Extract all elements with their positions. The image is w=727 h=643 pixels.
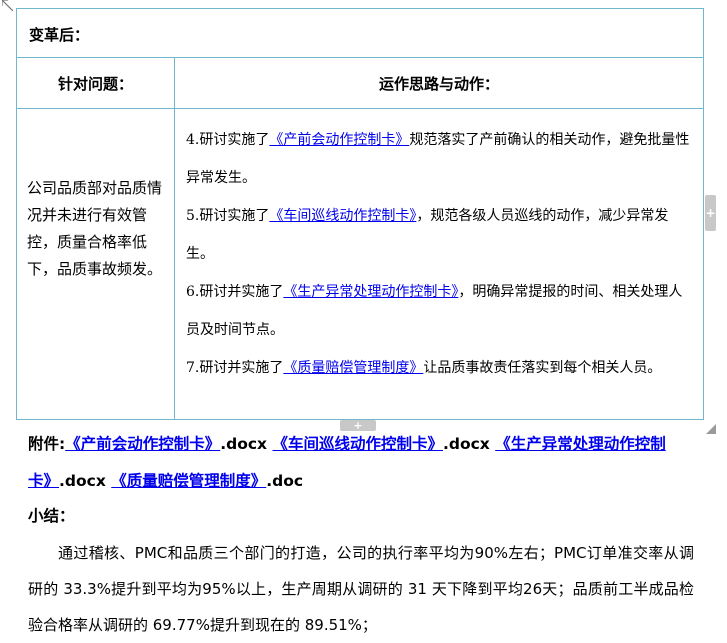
table-title: 变革后： (29, 26, 90, 44)
action-suffix: 让品质事故责任落实到每个相关人员。 (423, 360, 662, 376)
attachment-link[interactable]: 《质量赔偿管理制度》 (111, 472, 266, 490)
column-divider (174, 58, 175, 419)
corner-mark-icon (2, 0, 13, 11)
summary-paragraph: 通过稽核、PMC和品质三个部门的打造，公司的执行率平均为90%左右；PMC订单准… (28, 544, 694, 634)
action-item: 5.研讨实施了《车间巡线动作控制卡》，规范各级人员巡线的动作，减少异常发生。 (186, 197, 696, 273)
action-prefix: 6.研讨并实施了 (186, 284, 284, 300)
attachment-ext: .docx (442, 435, 490, 453)
reform-table: 变革后： 针对问题： 运作思路与动作： 公司品质部对品质情况并未进行有效管控，质… (16, 8, 704, 420)
action-item: 4.研讨实施了《产前会动作控制卡》规范落实了产前确认的相关动作，避免批量性异常发… (186, 121, 696, 197)
attachment-link[interactable]: 《产前会动作控制卡》 (65, 435, 220, 453)
table-header-row: 针对问题： 运作思路与动作： (17, 58, 703, 109)
action-link[interactable]: 《产前会动作控制卡》 (269, 132, 409, 148)
summary-title: 小结： (28, 507, 75, 525)
action-prefix: 4.研讨实施了 (186, 132, 270, 148)
action-link[interactable]: 《质量赔偿管理制度》 (283, 360, 423, 376)
problem-cell: 公司品质部对品质情况并未进行有效管控，质量合格率低下，品质事故频发。 (27, 179, 163, 278)
action-item: 6.研讨并实施了《生产异常处理动作控制卡》，明确异常提报的时间、相关处理人员及时… (186, 273, 696, 349)
table-resize-icon[interactable] (706, 424, 716, 434)
action-prefix: 7.研讨并实施了 (186, 360, 284, 376)
attachments-label: 附件: (28, 435, 66, 453)
attachments-line: 附件:《产前会动作控制卡》.docx 《车间巡线动作控制卡》.docx 《生产异… (28, 426, 698, 500)
table-title-row: 变革后： (17, 9, 703, 58)
action-link[interactable]: 《车间巡线动作控制卡》 (269, 208, 416, 224)
action-prefix: 5.研讨实施了 (186, 208, 270, 224)
action-item: 7.研讨并实施了《质量赔偿管理制度》让品质事故责任落实到每个相关人员。 (186, 349, 696, 387)
attachment-ext: .docx (59, 472, 106, 490)
header-actions: 运作思路与动作： (378, 75, 499, 93)
attachment-link[interactable]: 《车间巡线动作控制卡》 (272, 435, 443, 453)
add-column-plus-icon[interactable]: + (705, 195, 716, 231)
attachment-ext: .doc (266, 472, 304, 490)
action-link[interactable]: 《生产异常处理动作控制卡》 (283, 284, 458, 300)
attachment-ext: .docx (220, 435, 268, 453)
actions-cell: 4.研讨实施了《产前会动作控制卡》规范落实了产前确认的相关动作，避免批量性异常发… (186, 121, 696, 387)
header-problem: 针对问题： (57, 75, 133, 93)
